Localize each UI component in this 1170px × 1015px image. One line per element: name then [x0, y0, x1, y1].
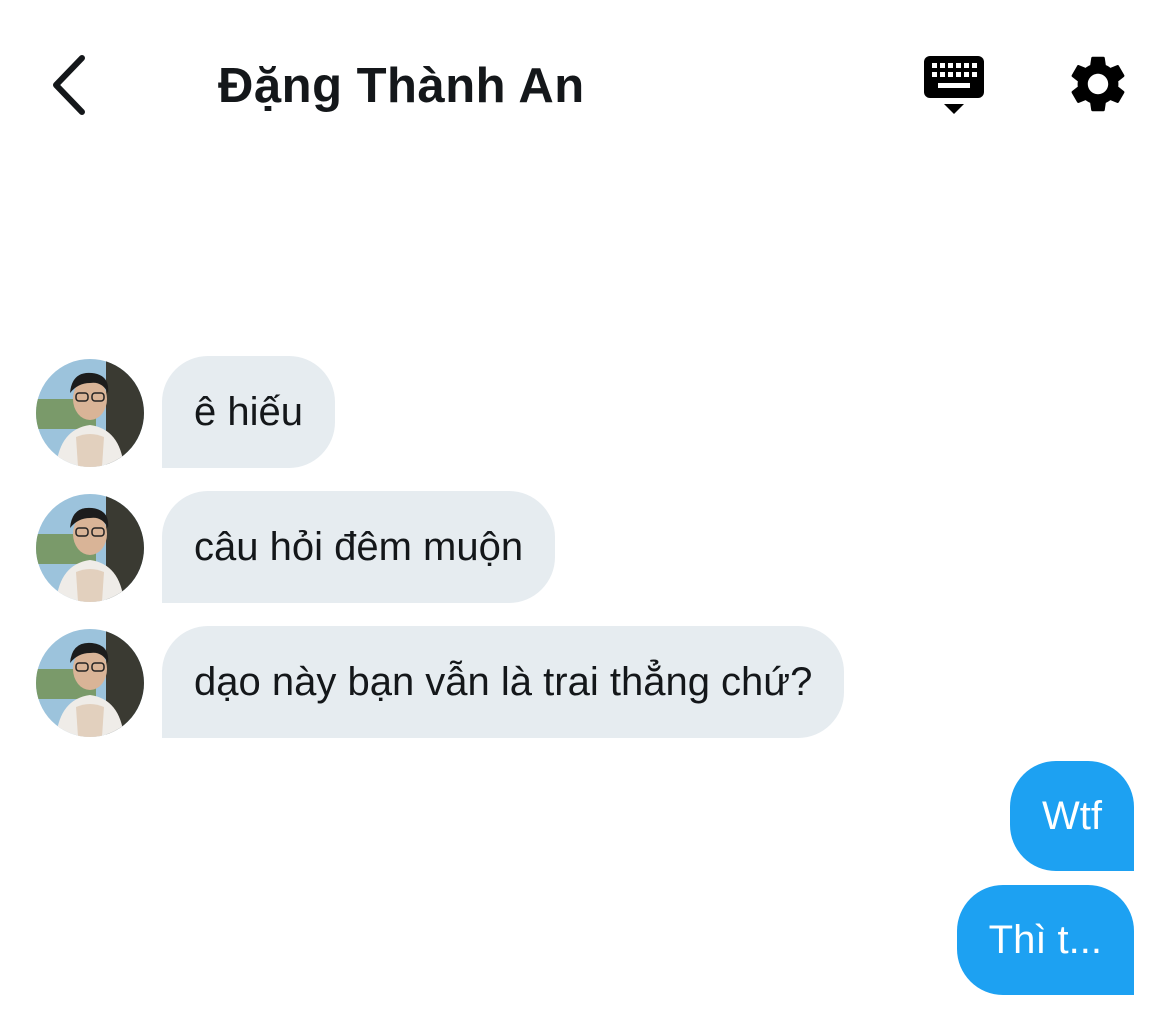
keyboard-icon	[924, 56, 984, 114]
outgoing-message-bubble[interactable]: Wtf	[1010, 761, 1134, 871]
message-incoming: dạo này bạn vẫn là trai thẳng chứ?	[0, 626, 1170, 738]
settings-button[interactable]	[1064, 50, 1132, 118]
message-incoming: ê hiếu	[0, 356, 1170, 468]
avatar[interactable]	[36, 494, 144, 602]
back-button[interactable]	[40, 52, 96, 118]
incoming-message-bubble[interactable]: ê hiếu	[162, 356, 335, 468]
conversation-header: Đặng Thành An	[0, 0, 1170, 170]
gear-icon	[1071, 56, 1125, 112]
message-incoming: câu hỏi đêm muộn	[0, 491, 1170, 603]
incoming-message-bubble[interactable]: dạo này bạn vẫn là trai thẳng chứ?	[162, 626, 845, 738]
keyboard-button[interactable]	[918, 52, 990, 118]
incoming-message-bubble[interactable]: câu hỏi đêm muộn	[162, 491, 556, 603]
chevron-left-icon	[53, 55, 85, 115]
outgoing-message-bubble[interactable]: Thì t...	[956, 885, 1134, 995]
avatar[interactable]	[36, 629, 144, 737]
page-title: Đặng Thành An	[218, 59, 585, 113]
avatar[interactable]	[36, 359, 144, 467]
